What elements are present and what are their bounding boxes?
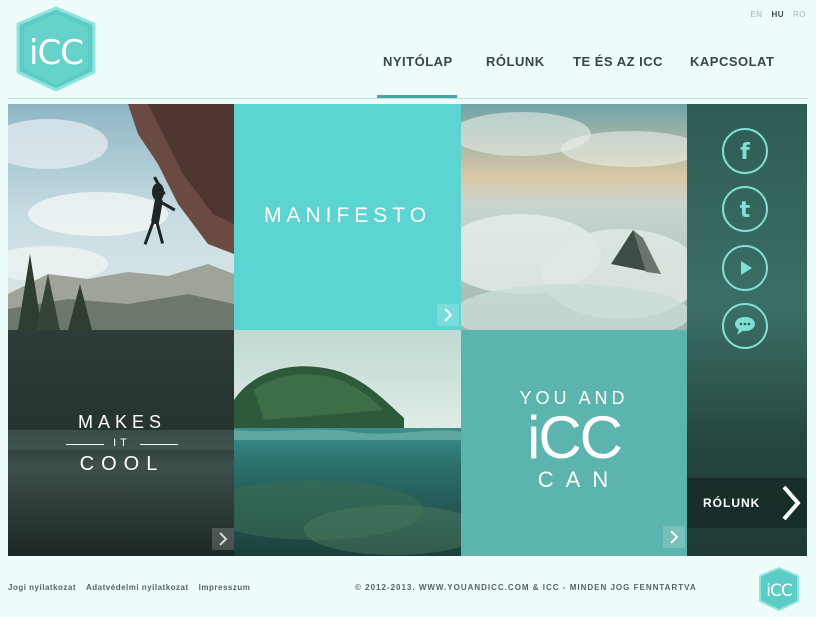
- nav-item-te-es-az-icc[interactable]: TE ÉS AZ ICC: [573, 54, 663, 69]
- can-line: CAN: [537, 467, 621, 492]
- logo[interactable]: iCC: [14, 6, 98, 92]
- footer-link-impressum[interactable]: Impresszum: [199, 583, 251, 592]
- footer-links: Jogi nyilatkozat Adatvédelmi nyilatkozat…: [8, 583, 250, 592]
- you-and-icc-can-text: YOU AND iCC CAN: [461, 388, 687, 493]
- manifesto-heading: MANIFESTO: [263, 204, 432, 227]
- tile-clouds-image[interactable]: [461, 104, 687, 330]
- language-switcher: EN HU RO: [750, 10, 806, 19]
- footer-link-privacy[interactable]: Adatvédelmi nyilatkozat: [86, 583, 189, 592]
- tile-island-image[interactable]: [234, 330, 461, 556]
- nav-item-rolunk[interactable]: RÓLUNK: [486, 54, 545, 69]
- makes-it-cool-text: MAKES IT COOL: [62, 412, 182, 476]
- footer-logo-text: iCC: [766, 581, 792, 601]
- icc-line: iCC: [527, 404, 623, 471]
- tile-climber-image[interactable]: [8, 104, 234, 330]
- twitter-icon[interactable]: t: [722, 186, 768, 232]
- youand-arrow-icon[interactable]: [663, 526, 685, 548]
- main-nav: NYITÓLAP RÓLUNK TE ÉS AZ ICC KAPCSOLAT: [377, 54, 816, 98]
- footer-copyright: © 2012-2013. WWW.YOUANDICC.COM & ICC - M…: [355, 583, 697, 592]
- svg-text:t: t: [740, 198, 751, 220]
- rolunk-button[interactable]: RÓLUNK: [687, 478, 807, 528]
- sidebar-social: f t RÓLUNK: [687, 104, 807, 556]
- facebook-icon[interactable]: f: [722, 128, 768, 174]
- svg-text:f: f: [740, 140, 750, 162]
- tile-you-and-icc-can[interactable]: YOU AND iCC CAN: [461, 330, 687, 556]
- footer-logo[interactable]: iCC: [758, 567, 800, 616]
- cool-word: COOL: [79, 453, 165, 475]
- rolunk-button-label: RÓLUNK: [703, 496, 761, 510]
- chevron-right-icon: [782, 485, 801, 521]
- lang-ro[interactable]: RO: [793, 10, 806, 19]
- makes-word: MAKES: [77, 412, 167, 432]
- nav-item-nyitolap[interactable]: NYITÓLAP: [383, 54, 453, 69]
- logo-text: iCC: [29, 33, 83, 73]
- lang-en[interactable]: EN: [750, 10, 762, 19]
- nav-item-kapcsolat[interactable]: KAPCSOLAT: [690, 54, 774, 69]
- makes-arrow-icon[interactable]: [212, 528, 234, 550]
- chat-bubble-icon[interactable]: [722, 303, 768, 349]
- tile-makes-it-cool[interactable]: MAKES IT COOL: [8, 330, 234, 556]
- lang-hu[interactable]: HU: [771, 10, 784, 19]
- youtube-play-icon[interactable]: [722, 245, 768, 291]
- tile-manifesto[interactable]: MANIFESTO: [234, 104, 461, 330]
- header-divider: [8, 98, 808, 99]
- manifesto-arrow-icon[interactable]: [437, 304, 459, 326]
- it-word: IT: [62, 437, 182, 449]
- footer-link-legal[interactable]: Jogi nyilatkozat: [8, 583, 76, 592]
